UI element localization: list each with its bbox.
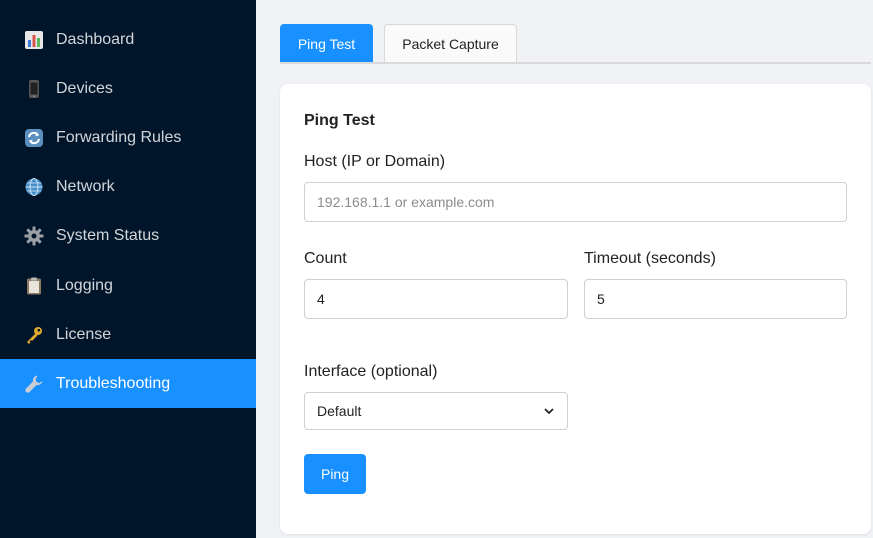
interface-selected-value: Default [317, 403, 362, 419]
sidebar: Dashboard Devices Forwarding Rules Netwo… [0, 0, 256, 538]
gear-icon [24, 226, 44, 246]
ping-button[interactable]: Ping [304, 454, 366, 494]
sidebar-item-label: Forwarding Rules [56, 128, 182, 146]
tab-ping-test[interactable]: Ping Test [280, 24, 373, 62]
sidebar-item-label: Dashboard [56, 30, 135, 48]
sidebar-item-label: Logging [56, 276, 113, 294]
sidebar-item-label: License [56, 325, 112, 343]
card-title: Ping Test [304, 112, 375, 129]
sidebar-item-label: Devices [56, 79, 113, 97]
sidebar-item-label: Troubleshooting [56, 374, 171, 392]
sidebar-item-label: System Status [56, 226, 160, 244]
ping-test-card: Ping Test Host (IP or Domain) Count Time… [280, 84, 871, 534]
clipboard-icon [24, 276, 44, 296]
refresh-arrows-icon [24, 128, 44, 148]
interface-select[interactable]: Default [304, 392, 568, 430]
wrench-icon [24, 374, 44, 394]
sidebar-item-label: Network [56, 177, 115, 195]
mobile-phone-icon [24, 79, 44, 99]
sidebar-item-system-status[interactable]: System Status [0, 211, 256, 260]
sidebar-item-troubleshooting[interactable]: Troubleshooting [0, 359, 256, 408]
main-content: Ping Test Packet Capture Ping Test Host … [256, 0, 873, 538]
timeout-label: Timeout (seconds) [584, 250, 716, 267]
timeout-input[interactable] [584, 279, 847, 319]
sidebar-item-network[interactable]: Network [0, 162, 256, 211]
sidebar-item-forwarding-rules[interactable]: Forwarding Rules [0, 113, 256, 162]
interface-label: Interface (optional) [304, 363, 438, 380]
host-input[interactable] [304, 182, 847, 222]
sidebar-item-license[interactable]: License [0, 310, 256, 359]
count-label: Count [304, 250, 347, 267]
sidebar-item-devices[interactable]: Devices [0, 64, 256, 113]
bar-chart-icon [24, 30, 44, 50]
tab-bar: Ping Test Packet Capture [280, 24, 871, 64]
host-label: Host (IP or Domain) [304, 153, 446, 170]
key-icon [24, 325, 44, 345]
sidebar-item-dashboard[interactable]: Dashboard [0, 15, 256, 64]
chevron-down-icon [544, 408, 554, 415]
sidebar-item-logging[interactable]: Logging [0, 261, 256, 310]
count-input[interactable] [304, 279, 568, 319]
tab-packet-capture[interactable]: Packet Capture [384, 24, 517, 62]
globe-icon [24, 177, 44, 197]
